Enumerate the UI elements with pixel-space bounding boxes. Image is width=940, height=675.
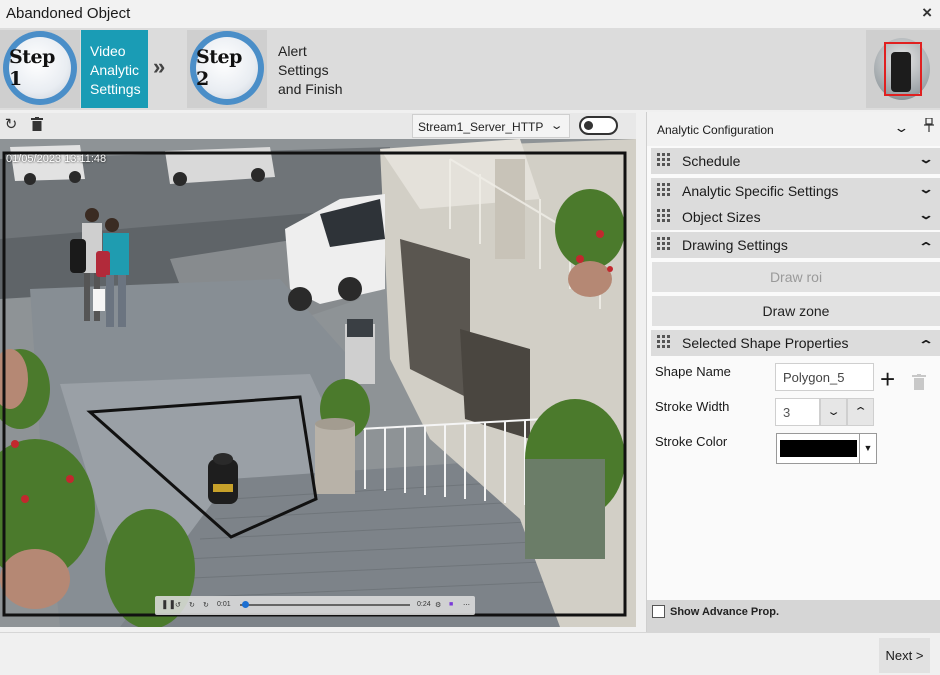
- step-2-circle: Step 2: [190, 31, 264, 105]
- drag-grip-icon: [657, 183, 671, 197]
- title-bar: Abandoned Object ×: [0, 0, 940, 28]
- stroke-color-picker[interactable]: ▼: [776, 433, 877, 464]
- time-start: 0:01: [217, 601, 231, 608]
- more-icon[interactable]: ⋯: [463, 601, 470, 609]
- forward-icon[interactable]: ↻: [203, 601, 209, 609]
- pause-icon[interactable]: ❚❚: [161, 599, 176, 610]
- step-1-label[interactable]: Video Analytic Settings: [81, 30, 148, 108]
- step-1-badge-text: Step 1: [9, 46, 55, 90]
- loop-icon[interactable]: ↻: [189, 601, 195, 609]
- draw-roi-button[interactable]: Draw roi: [652, 262, 940, 292]
- section-label: Selected Shape Properties: [682, 335, 849, 351]
- toggle-knob: [584, 121, 593, 130]
- video-canvas[interactable]: 01/05/2023 13:11:48 ❚❚ ↺ ↻ ↻ 0:01 0:24 ⚙…: [0, 139, 636, 627]
- settings-icon[interactable]: ⚙: [435, 601, 441, 609]
- chevron-down-icon: ⌄: [826, 406, 841, 418]
- show-advance-checkbox[interactable]: [652, 605, 665, 618]
- add-icon[interactable]: +: [880, 366, 895, 392]
- time-end: 0:24: [417, 601, 431, 608]
- drag-grip-icon: [657, 153, 671, 167]
- detection-box: [884, 42, 922, 96]
- step-2-badge[interactable]: Step 2: [187, 30, 267, 108]
- section-label: Drawing Settings: [682, 237, 788, 253]
- panel-header: Analytic Configuration ⌄: [647, 112, 940, 146]
- section-drawing-settings[interactable]: Drawing Settings ⌃: [651, 232, 940, 258]
- advance-prop-bar: Show Advance Prop.: [647, 600, 940, 632]
- chevron-down-icon: ⌄: [917, 208, 935, 222]
- player-controls: ❚❚ ↺ ↻ ↻ 0:01 0:24 ⚙ ■ ⋯: [155, 596, 475, 615]
- section-schedule[interactable]: Schedule ⌄: [651, 148, 940, 174]
- section-object-sizes[interactable]: Object Sizes ⌄: [651, 204, 940, 230]
- stream-toggle[interactable]: [579, 116, 618, 135]
- step-1-label-line: Video: [90, 43, 126, 59]
- panel-title: Analytic Configuration: [657, 123, 774, 137]
- trash-icon[interactable]: [29, 117, 45, 133]
- refresh-icon[interactable]: ↻: [3, 117, 19, 133]
- step-1-circle: Step 1: [3, 31, 77, 105]
- stroke-color-label: Stroke Color: [655, 434, 728, 449]
- color-swatch: [780, 440, 857, 457]
- volume-icon[interactable]: ■: [449, 601, 453, 608]
- stroke-width-increment[interactable]: ⌃: [847, 398, 874, 426]
- step-1-label-line: Settings: [90, 81, 141, 97]
- rewind-icon[interactable]: ↺: [175, 601, 181, 609]
- window-title: Abandoned Object: [6, 5, 131, 22]
- analytic-configuration-panel: Analytic Configuration ⌄ Schedule ⌄ Anal…: [646, 112, 940, 632]
- section-label: Schedule: [682, 153, 741, 169]
- section-analytic-specific-settings[interactable]: Analytic Specific Settings ⌄: [651, 178, 940, 204]
- step-separator-icon: »: [153, 54, 166, 79]
- chevron-up-icon: ⌃: [917, 240, 935, 254]
- chevron-up-icon: ⌃: [853, 406, 868, 418]
- show-advance-label: Show Advance Prop.: [670, 606, 780, 618]
- drag-grip-icon: [657, 335, 671, 349]
- drag-grip-icon: [657, 209, 671, 223]
- stream-select-value: Stream1_Server_HTTP: [418, 120, 544, 134]
- step-2-label-line: Alert: [278, 43, 307, 59]
- abandoned-backpack: [208, 453, 238, 504]
- step-2-label-line: Settings: [278, 62, 329, 78]
- step-2-label-line: and Finish: [278, 81, 343, 97]
- drag-grip-icon: [657, 237, 671, 251]
- step-1-label-line: Analytic: [90, 62, 140, 78]
- seek-track[interactable]: [240, 604, 410, 606]
- video-timestamp: 01/05/2023 13:11:48: [6, 153, 107, 165]
- section-selected-shape-properties[interactable]: Selected Shape Properties ⌃: [651, 330, 940, 356]
- seek-handle[interactable]: [242, 601, 250, 608]
- abandoned-object-thumbnail: [866, 30, 940, 108]
- step-2-badge-text: Step 2: [196, 46, 242, 90]
- chevron-down-icon: ⌄: [549, 120, 564, 132]
- bottom-bar: Next >: [0, 632, 940, 675]
- dropdown-arrow-icon[interactable]: ▼: [859, 434, 876, 463]
- stroke-width-input[interactable]: 3: [775, 398, 820, 426]
- step-1-badge[interactable]: Step 1: [0, 30, 80, 108]
- step-2-label[interactable]: Alert Settings and Finish: [268, 30, 378, 108]
- section-label: Object Sizes: [682, 209, 761, 225]
- next-button[interactable]: Next >: [879, 638, 930, 673]
- video-toolbar: ↻ Stream1_Server_HTTP ⌄: [0, 113, 636, 139]
- section-label: Analytic Specific Settings: [682, 183, 839, 199]
- camera-scene: [0, 139, 636, 627]
- chevron-down-icon: ⌄: [917, 152, 935, 166]
- wizard-steps-bar: Step 1 Video Analytic Settings » Step 2 …: [0, 28, 940, 110]
- stroke-width-decrement[interactable]: ⌄: [820, 398, 847, 426]
- pin-icon[interactable]: [924, 117, 934, 135]
- shape-name-input[interactable]: Polygon_5: [775, 363, 874, 391]
- stream-select[interactable]: Stream1_Server_HTTP ⌄: [412, 114, 570, 138]
- shape-name-label: Shape Name: [655, 364, 731, 379]
- chevron-down-icon[interactable]: ⌄: [893, 120, 909, 136]
- draw-zone-button[interactable]: Draw zone: [652, 296, 940, 326]
- close-icon[interactable]: ×: [922, 3, 932, 23]
- trash-icon[interactable]: [912, 374, 926, 390]
- stroke-width-label: Stroke Width: [655, 399, 730, 414]
- chevron-up-icon: ⌃: [917, 338, 935, 352]
- chevron-down-icon: ⌄: [917, 182, 935, 196]
